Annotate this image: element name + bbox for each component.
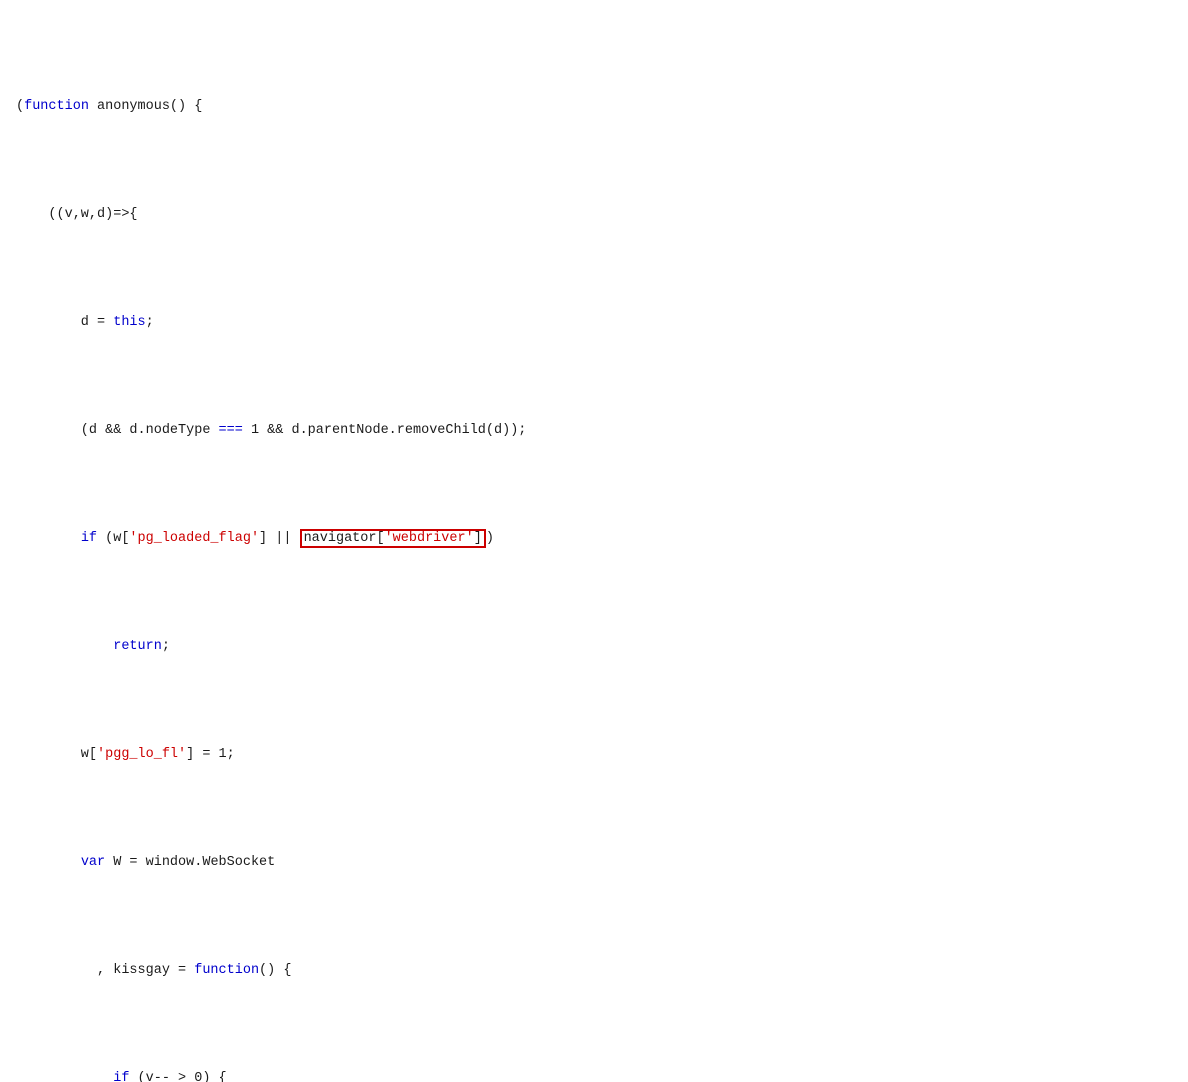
code-line-9: , kissgay = function() { <box>16 960 1172 982</box>
code-line-4: (d && d.nodeType === 1 && d.parentNode.r… <box>16 420 1172 442</box>
code-block: (function anonymous() { ((v,w,d)=>{ d = … <box>16 10 1172 1082</box>
code-line-1: (function anonymous() { <box>16 96 1172 118</box>
code-line-5: if (w['pg_loaded_flag'] || navigator['we… <box>16 528 1172 550</box>
code-line-3: d = this; <box>16 312 1172 334</box>
code-line-8: var W = window.WebSocket <box>16 852 1172 874</box>
highlight-webdriver: navigator['webdriver'] <box>300 529 486 548</box>
code-line-6: return; <box>16 636 1172 658</box>
code-line-10: if (v-- > 0) { <box>16 1068 1172 1082</box>
code-line-7: w['pgg_lo_fl'] = 1; <box>16 744 1172 766</box>
code-line-2: ((v,w,d)=>{ <box>16 204 1172 226</box>
